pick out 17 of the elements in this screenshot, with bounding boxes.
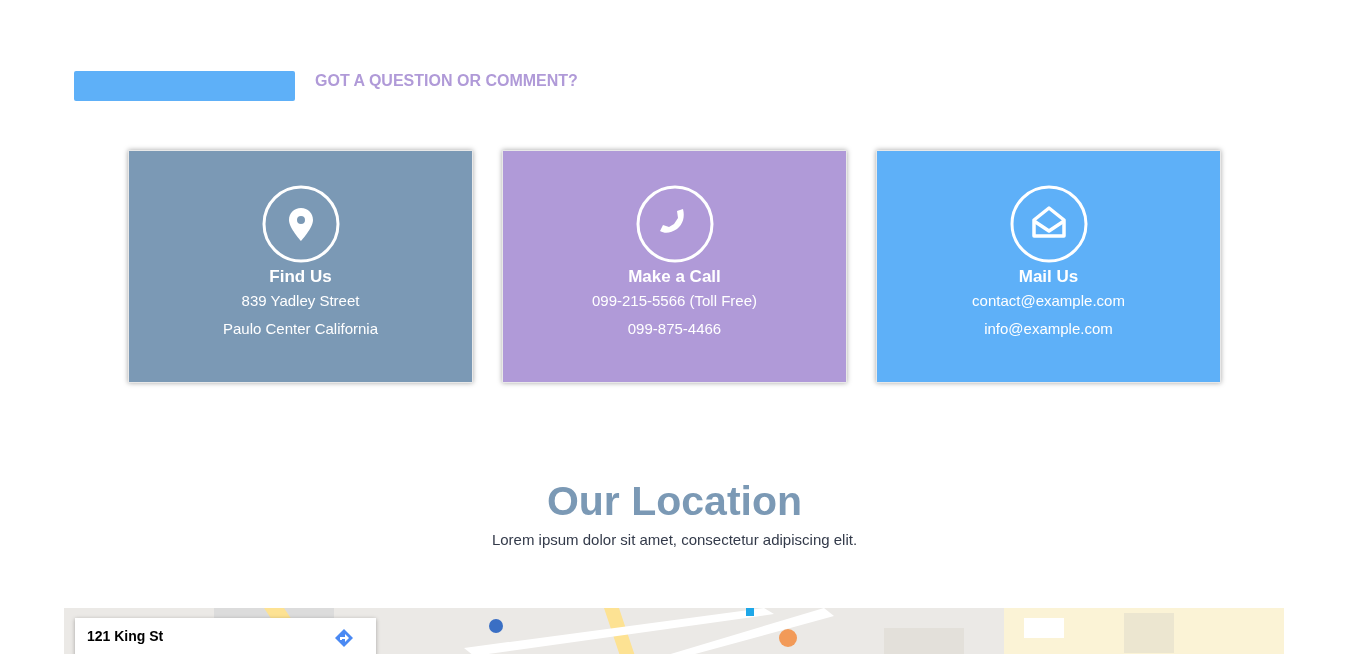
card-text: 839 Yadley Street — [241, 291, 360, 311]
card-text: info@example.com — [984, 319, 1113, 339]
card-title: Make a Call — [628, 267, 721, 287]
location-title: Our Location — [546, 478, 803, 525]
address-title: 121 King St — [87, 628, 164, 644]
card-title: Mail Us — [1018, 267, 1079, 287]
location-subtitle: Lorem ipsum dolor sit amet, consectetur adipiscing elit. — [491, 531, 858, 548]
card-text: 099-215-5566 (Toll Free) — [591, 291, 758, 311]
card-text: Paulo Center California — [222, 319, 379, 339]
card-text: 099-875-4466 — [627, 319, 722, 339]
card-title: Find Us — [269, 267, 332, 287]
card-text: contact@example.com — [972, 291, 1125, 311]
section-heading: GOT A QUESTION OR COMMENT? — [315, 72, 578, 90]
map-pin-icon — [261, 185, 340, 263]
phone-icon — [635, 185, 714, 263]
directions-icon[interactable] — [334, 628, 354, 648]
envelope-icon — [1009, 185, 1088, 263]
